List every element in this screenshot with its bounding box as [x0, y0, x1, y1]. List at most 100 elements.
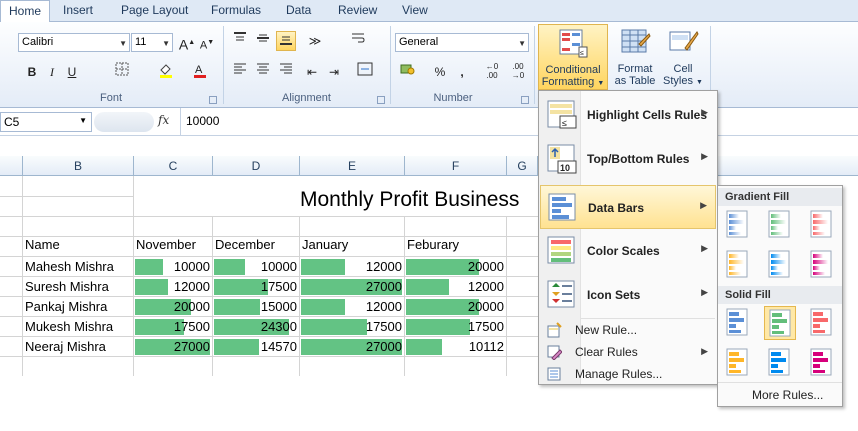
col-header-c[interactable]: C	[134, 156, 213, 176]
menu-item-label: Manage Rules...	[575, 367, 663, 381]
cell-november[interactable]: 17500	[134, 317, 212, 336]
cell-december[interactable]: 15000	[213, 297, 299, 316]
cell-styles-button[interactable]: Cell Styles ▼	[662, 24, 704, 89]
gradient-orange-data-bar-swatch[interactable]	[722, 248, 754, 282]
gradient-red-data-bar-swatch[interactable]	[806, 208, 838, 242]
font-size-combo[interactable]: 11 ▼	[131, 33, 173, 52]
cell-january[interactable]: 12000	[300, 297, 404, 316]
cell-feburary[interactable]: 12000	[405, 277, 506, 296]
accounting-format-icon[interactable]	[398, 62, 418, 82]
tab-insert[interactable]: Insert	[55, 0, 101, 22]
chevron-right-icon: ▶	[701, 107, 708, 117]
shrink-font-icon[interactable]: A▼	[197, 33, 217, 53]
align-top-icon[interactable]	[230, 31, 250, 51]
col-header-f[interactable]: F	[405, 156, 507, 176]
cell-november[interactable]: 27000	[134, 337, 212, 356]
align-left-icon[interactable]	[230, 62, 250, 82]
cell-name[interactable]: Mukesh Mishra	[25, 317, 113, 336]
cell-january[interactable]: 27000	[300, 277, 404, 296]
cell-feburary[interactable]: 20000	[405, 257, 506, 276]
solid-blue-data-bar-swatch[interactable]	[722, 306, 754, 340]
underline-button[interactable]: U	[62, 62, 82, 82]
menu-item-color-scales[interactable]: Color Scales ▶	[540, 229, 716, 273]
tab-review[interactable]: Review	[330, 0, 385, 22]
menu-item-highlight-cells-rules[interactable]: ≤ Highlight Cells Rules ▶	[540, 93, 716, 137]
increase-indent-icon[interactable]: ⇥	[324, 62, 344, 82]
solid-green-data-bar-swatch[interactable]	[764, 306, 796, 340]
fill-color-icon[interactable]	[156, 62, 176, 82]
name-box[interactable]: C5 ▼	[0, 112, 92, 132]
cell-december[interactable]: 24300	[213, 317, 299, 336]
col-header-d[interactable]: D	[213, 156, 300, 176]
cell-feburary[interactable]: 20000	[405, 297, 506, 316]
col-header-g[interactable]: G	[507, 156, 538, 176]
cell-name[interactable]: Mahesh Mishra	[25, 257, 114, 276]
orientation-icon[interactable]: ≫	[305, 31, 325, 51]
gradient-light-blue-data-bar-swatch[interactable]	[764, 248, 796, 282]
increase-decimal-icon[interactable]: ←0.00	[482, 62, 502, 82]
tab-view[interactable]: View	[394, 0, 436, 22]
cell-december[interactable]: 14570	[213, 337, 299, 356]
cell-january[interactable]: 27000	[300, 337, 404, 356]
menu-item-icon-sets[interactable]: Icon Sets ▶	[540, 273, 716, 317]
cell-november[interactable]: 20000	[134, 297, 212, 316]
menu-item-clear-rules[interactable]: Clear Rules ▶	[540, 341, 716, 363]
font-name-combo[interactable]: Calibri ▼	[18, 33, 130, 52]
col-header-b[interactable]: B	[23, 156, 134, 176]
cell-name[interactable]: Suresh Mishra	[25, 277, 109, 296]
number-format-combo[interactable]: General ▼	[395, 33, 529, 52]
menu-item-top-bottom-rules[interactable]: 10 Top/Bottom Rules ▶	[540, 137, 716, 181]
cell-november[interactable]: 12000	[134, 277, 212, 296]
conditional-formatting-button[interactable]: ≤ Conditional Formatting ▼	[538, 24, 608, 90]
merge-center-icon[interactable]	[355, 62, 375, 82]
cell-name[interactable]: Pankaj Mishra	[25, 297, 107, 316]
name-box-resize-handle[interactable]	[94, 112, 154, 132]
solid-red-data-bar-swatch[interactable]	[806, 306, 838, 340]
menu-item-data-bars[interactable]: Data Bars ▶	[540, 185, 716, 229]
solid-purple-data-bar-swatch[interactable]	[806, 346, 838, 380]
tab-formulas[interactable]: Formulas	[203, 0, 269, 22]
gradient-green-data-bar-swatch[interactable]	[764, 208, 796, 242]
col-header-e[interactable]: E	[300, 156, 405, 176]
italic-button[interactable]: I	[42, 62, 62, 82]
cell-name[interactable]: Neeraj Mishra	[25, 337, 106, 356]
tab-page-layout[interactable]: Page Layout	[113, 0, 196, 22]
number-dialog-launcher-icon[interactable]	[521, 96, 529, 104]
cell-december[interactable]: 17500	[213, 277, 299, 296]
tab-data[interactable]: Data	[278, 0, 319, 22]
cell-feburary[interactable]: 10112	[405, 337, 506, 356]
tab-home[interactable]: Home	[0, 0, 51, 23]
solid-orange-data-bar-swatch[interactable]	[722, 346, 754, 380]
borders-icon[interactable]	[112, 62, 132, 82]
menu-item-manage-rules[interactable]: Manage Rules...	[540, 363, 716, 385]
align-center-icon[interactable]	[253, 62, 273, 82]
gradient-purple-data-bar-swatch[interactable]	[806, 248, 838, 282]
cell-january[interactable]: 12000	[300, 257, 404, 276]
alignment-dialog-launcher-icon[interactable]	[377, 96, 385, 104]
solid-light-blue-data-bar-swatch[interactable]	[764, 346, 796, 380]
data-bars-icon	[548, 193, 576, 221]
cell-december[interactable]: 10000	[213, 257, 299, 276]
cell-feburary[interactable]: 17500	[405, 317, 506, 336]
bold-button[interactable]: B	[22, 62, 42, 82]
gradient-blue-data-bar-swatch[interactable]	[722, 208, 754, 242]
formula-input[interactable]: 10000	[180, 108, 858, 136]
select-all-corner[interactable]	[0, 156, 23, 176]
more-rules-link[interactable]: More Rules...	[752, 388, 823, 402]
font-color-icon[interactable]: A	[190, 62, 210, 82]
cell-january[interactable]: 17500	[300, 317, 404, 336]
percent-style-button[interactable]: %	[430, 62, 450, 82]
grow-font-icon[interactable]: A▲	[177, 33, 197, 53]
manage-rules-icon	[547, 367, 561, 381]
menu-item-new-rule[interactable]: New Rule...	[540, 319, 716, 341]
align-middle-icon[interactable]	[253, 31, 273, 51]
align-bottom-icon[interactable]	[276, 31, 296, 51]
decrease-decimal-icon[interactable]: .00 →0	[508, 62, 528, 82]
align-right-icon[interactable]	[276, 62, 296, 82]
insert-function-button[interactable]: fx	[158, 113, 169, 127]
decrease-indent-icon[interactable]: ⇤	[302, 62, 322, 82]
comma-style-button[interactable]: ,	[452, 62, 472, 82]
cell-november[interactable]: 10000	[134, 257, 212, 276]
wrap-text-icon[interactable]	[348, 31, 368, 51]
font-dialog-launcher-icon[interactable]	[209, 96, 217, 104]
